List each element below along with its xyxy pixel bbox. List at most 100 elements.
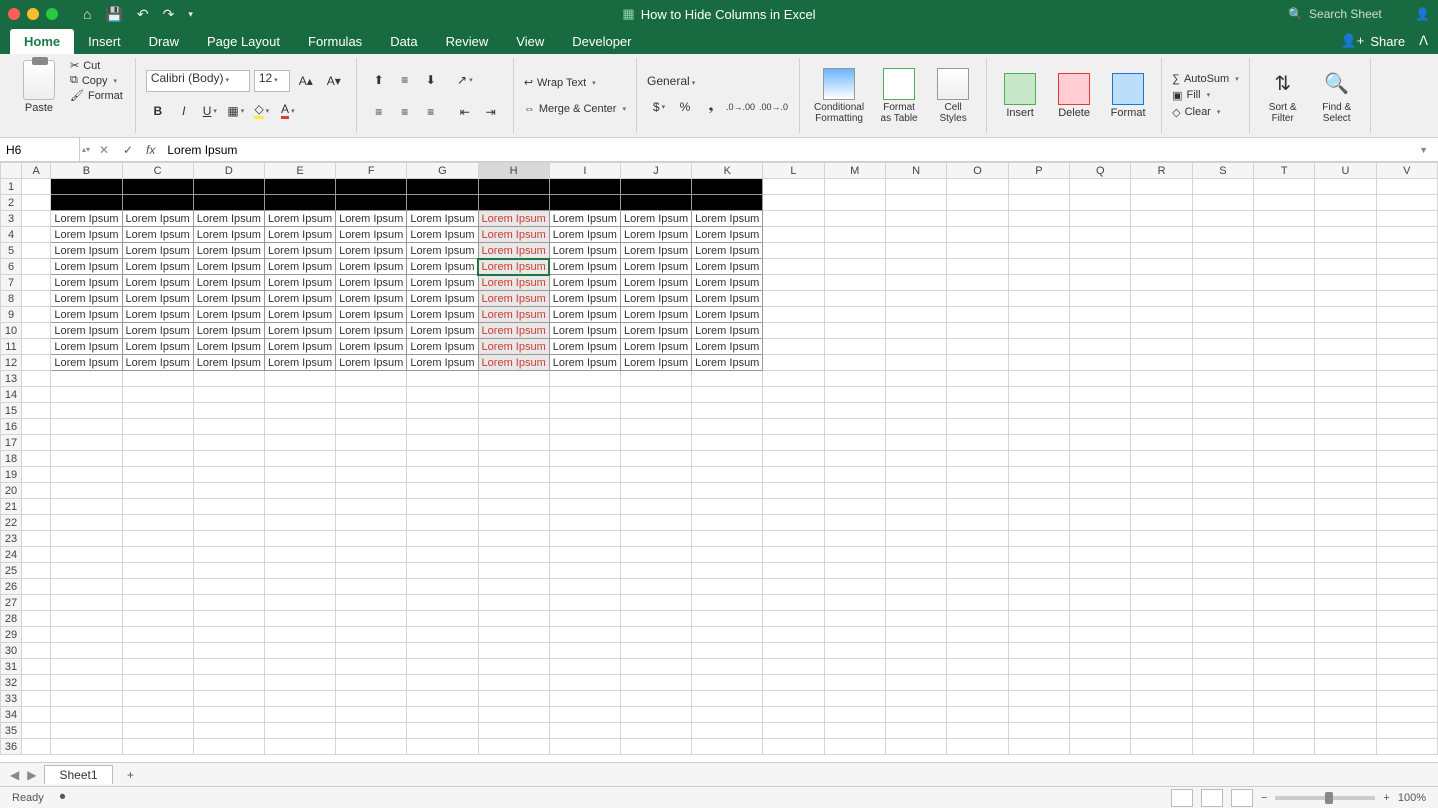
cell[interactable] xyxy=(763,739,824,755)
cell[interactable] xyxy=(1070,563,1131,579)
cell[interactable] xyxy=(763,179,824,195)
zoom-out-button[interactable]: − xyxy=(1261,792,1267,804)
cell[interactable] xyxy=(122,195,193,211)
cell[interactable] xyxy=(1254,707,1315,723)
cell[interactable] xyxy=(824,483,885,499)
cell[interactable] xyxy=(824,739,885,755)
cell[interactable] xyxy=(692,595,763,611)
cell[interactable] xyxy=(885,403,946,419)
cell[interactable] xyxy=(763,467,824,483)
page-break-view-button[interactable] xyxy=(1231,789,1253,807)
cell[interactable]: Lorem Ipsum xyxy=(407,355,478,371)
indent-inc-button[interactable]: ⇥ xyxy=(479,101,503,123)
cell[interactable] xyxy=(1254,691,1315,707)
cell[interactable]: Lorem Ipsum xyxy=(264,355,335,371)
cell[interactable]: Lorem Ipsum xyxy=(51,243,122,259)
row-header[interactable]: 35 xyxy=(1,723,22,739)
cell[interactable] xyxy=(1070,627,1131,643)
cell[interactable] xyxy=(336,531,407,547)
cell[interactable] xyxy=(478,739,549,755)
font-name-select[interactable]: Calibri (Body) xyxy=(146,70,250,92)
merge-center-button[interactable]: ⇔Merge & Center xyxy=(524,103,626,115)
tab-developer[interactable]: Developer xyxy=(558,29,645,54)
column-header[interactable]: I xyxy=(549,163,620,179)
cell[interactable] xyxy=(692,195,763,211)
cell[interactable] xyxy=(193,371,264,387)
cell[interactable] xyxy=(692,547,763,563)
cell[interactable] xyxy=(885,371,946,387)
cell[interactable] xyxy=(1192,515,1253,531)
cell[interactable] xyxy=(549,691,620,707)
cell[interactable] xyxy=(549,563,620,579)
cell[interactable] xyxy=(1008,739,1069,755)
cell[interactable]: Lorem Ipsum xyxy=(549,339,620,355)
cell[interactable] xyxy=(1254,499,1315,515)
cell[interactable] xyxy=(1376,435,1437,451)
cell[interactable] xyxy=(336,723,407,739)
cell[interactable]: Lorem Ipsum xyxy=(478,227,549,243)
cell[interactable] xyxy=(1192,195,1253,211)
cell[interactable] xyxy=(1315,435,1376,451)
cell[interactable] xyxy=(824,371,885,387)
cell[interactable] xyxy=(1070,387,1131,403)
cell[interactable] xyxy=(885,323,946,339)
cell[interactable]: Lorem Ipsum xyxy=(407,211,478,227)
cell[interactable] xyxy=(885,627,946,643)
cell[interactable] xyxy=(824,691,885,707)
cell[interactable] xyxy=(407,723,478,739)
redo-icon[interactable]: ↷ xyxy=(163,6,175,23)
cell[interactable] xyxy=(824,595,885,611)
home-icon[interactable]: ⌂ xyxy=(83,6,91,22)
column-header[interactable]: J xyxy=(620,163,691,179)
column-header[interactable]: T xyxy=(1254,163,1315,179)
cell[interactable] xyxy=(193,179,264,195)
cell[interactable] xyxy=(1070,307,1131,323)
cell[interactable] xyxy=(1070,499,1131,515)
cell[interactable] xyxy=(22,547,51,563)
cell[interactable] xyxy=(22,307,51,323)
cell[interactable] xyxy=(1376,243,1437,259)
cell[interactable] xyxy=(1315,515,1376,531)
cell[interactable] xyxy=(22,259,51,275)
cell[interactable] xyxy=(947,723,1008,739)
cell[interactable]: Lorem Ipsum xyxy=(51,291,122,307)
cell[interactable] xyxy=(336,627,407,643)
cell[interactable] xyxy=(620,563,691,579)
cell[interactable]: Lorem Ipsum xyxy=(620,307,691,323)
cell[interactable] xyxy=(336,195,407,211)
italic-button[interactable]: I xyxy=(172,100,196,122)
cell[interactable] xyxy=(1254,259,1315,275)
cell[interactable] xyxy=(1070,531,1131,547)
cell[interactable] xyxy=(51,435,122,451)
cell[interactable] xyxy=(1315,275,1376,291)
cell[interactable] xyxy=(1070,243,1131,259)
cell[interactable] xyxy=(1254,227,1315,243)
cell[interactable] xyxy=(885,211,946,227)
cell[interactable] xyxy=(763,323,824,339)
row-header[interactable]: 23 xyxy=(1,531,22,547)
cell[interactable] xyxy=(549,179,620,195)
cell[interactable]: Lorem Ipsum xyxy=(122,227,193,243)
cell[interactable] xyxy=(1254,179,1315,195)
cell[interactable] xyxy=(122,723,193,739)
cell[interactable] xyxy=(1192,435,1253,451)
cell[interactable] xyxy=(51,195,122,211)
cell[interactable] xyxy=(1192,675,1253,691)
cell[interactable] xyxy=(1131,259,1192,275)
currency-button[interactable]: $ xyxy=(647,96,671,118)
cell[interactable] xyxy=(264,691,335,707)
cell[interactable] xyxy=(885,595,946,611)
cell[interactable]: Lorem Ipsum xyxy=(264,227,335,243)
cell[interactable] xyxy=(1315,387,1376,403)
cell[interactable] xyxy=(336,643,407,659)
row-header[interactable]: 22 xyxy=(1,515,22,531)
cell[interactable]: Lorem Ipsum xyxy=(122,259,193,275)
cell[interactable] xyxy=(1131,339,1192,355)
row-header[interactable]: 16 xyxy=(1,419,22,435)
column-header[interactable]: H xyxy=(478,163,549,179)
cell[interactable] xyxy=(620,483,691,499)
cell[interactable]: Lorem Ipsum xyxy=(620,211,691,227)
cell[interactable] xyxy=(1192,387,1253,403)
cell[interactable]: Lorem Ipsum xyxy=(478,307,549,323)
cell[interactable]: Lorem Ipsum xyxy=(692,339,763,355)
